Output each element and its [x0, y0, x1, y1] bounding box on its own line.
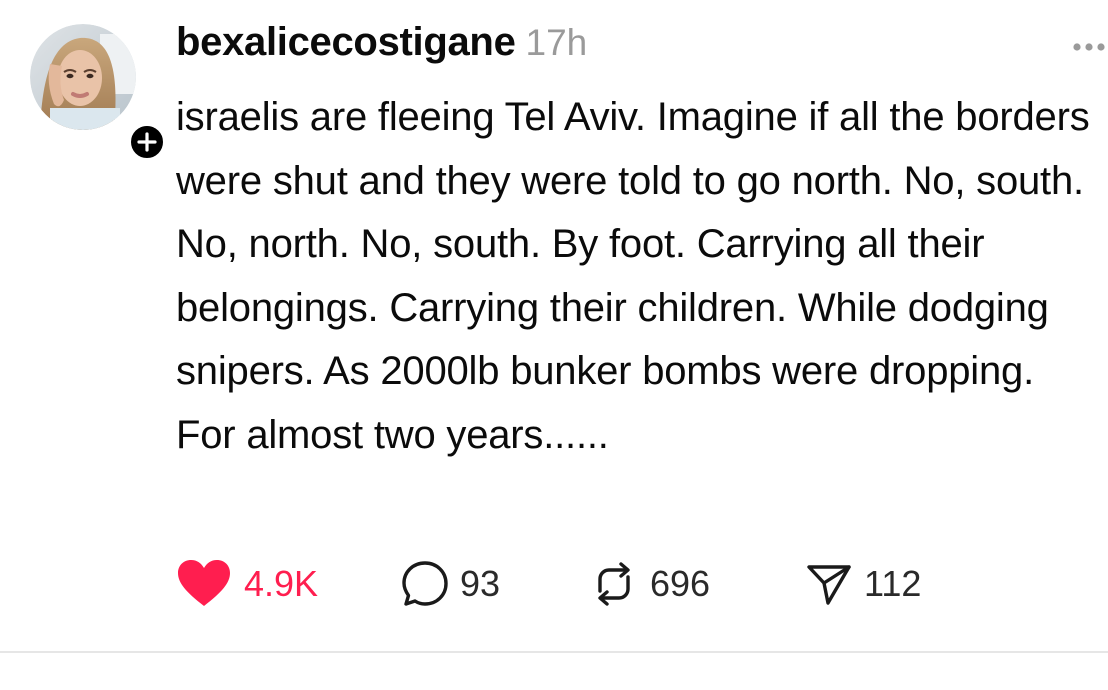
repost-button[interactable]: 696	[588, 556, 710, 612]
comment-bubble-icon	[402, 561, 448, 606]
repost-icon	[598, 562, 630, 606]
send-icon	[807, 565, 851, 605]
like-count: 4.9K	[244, 563, 319, 604]
repost-count: 696	[650, 563, 711, 604]
thread-post: bexalicecostigane 17h israelis are fleei…	[0, 0, 1108, 690]
action-bar: 4.9K 93 696 112	[176, 556, 1076, 612]
share-button[interactable]: 112	[804, 556, 921, 612]
post-text: israelis are fleeing Tel Aviv. Imagine i…	[176, 95, 1090, 457]
comment-count: 93	[460, 563, 501, 604]
post-timestamp: 17h	[525, 22, 588, 63]
username[interactable]: bexalicecostigane	[176, 20, 516, 65]
more-dots-icon[interactable]	[1072, 42, 1106, 52]
comment-button[interactable]: 93	[400, 556, 500, 612]
like-button[interactable]: 4.9K	[176, 556, 318, 612]
avatar-container[interactable]	[30, 24, 167, 162]
post-header: bexalicecostigane 17h	[176, 20, 587, 76]
post-divider	[0, 651, 1108, 653]
heart-filled-icon	[178, 560, 230, 606]
plus-icon	[137, 132, 157, 152]
follow-button[interactable]	[127, 122, 167, 162]
avatar[interactable]	[30, 24, 136, 130]
share-count: 112	[864, 563, 922, 604]
